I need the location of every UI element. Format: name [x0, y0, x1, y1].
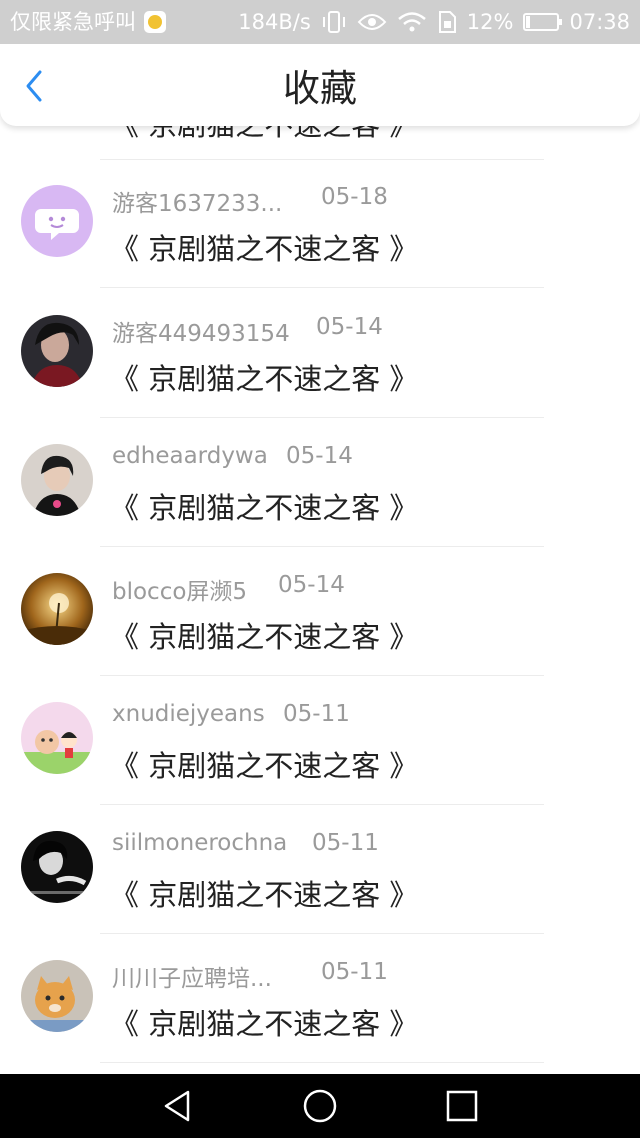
- avatar[interactable]: [21, 831, 93, 903]
- page-title: 收藏: [283, 67, 357, 110]
- avatar[interactable]: [21, 315, 93, 387]
- list-item[interactable]: 游客1637233... 05-18 《 京剧猫之不速之客 》: [0, 158, 640, 288]
- recents-square-icon: [446, 1090, 478, 1122]
- item-title: 《 京剧猫之不速之客 》: [110, 362, 419, 396]
- status-right: 184B/s 12% 07:38: [238, 8, 630, 36]
- carrier-text: 仅限紧急呼叫: [10, 10, 136, 34]
- vibrate-icon: [322, 11, 345, 33]
- user-name: 游客1637233...: [112, 191, 283, 217]
- item-date: 05-11: [312, 830, 379, 856]
- nav-back-button[interactable]: [158, 1086, 198, 1126]
- sim-icon: [438, 11, 456, 33]
- system-nav-bar: [0, 1074, 640, 1138]
- back-triangle-icon: [164, 1090, 190, 1122]
- battery-icon: [523, 13, 563, 31]
- battery-percent: 12%: [466, 10, 514, 34]
- screen: 《 京剧猫之不速之客 》 游客1637233... 05-18 《 京剧猫之不速…: [0, 0, 640, 1138]
- item-title: 《 京剧猫之不速之客 》: [110, 878, 419, 912]
- list-item[interactable]: 游客449493154 05-14 《 京剧猫之不速之客 》: [0, 288, 640, 418]
- user-name: blocco屏濒5: [112, 579, 248, 605]
- app-notification-icon: [144, 11, 166, 33]
- item-date: 05-11: [283, 701, 350, 727]
- photo-avatar-icon: [21, 444, 93, 516]
- network-speed: 184B/s: [238, 10, 311, 34]
- clock: 07:38: [569, 10, 630, 34]
- item-title: 《 京剧猫之不速之客 》: [110, 232, 419, 266]
- status-bar: 仅限紧急呼叫 184B/s 12% 07:38: [0, 0, 640, 44]
- list-item[interactable]: 川川子应聘培... 05-11 《 京剧猫之不速之客 》: [0, 933, 640, 1063]
- item-title: 《 京剧猫之不速之客 》: [110, 1007, 419, 1041]
- list-item[interactable]: blocco屏濒5 05-14 《 京剧猫之不速之客 》: [0, 546, 640, 676]
- user-name: siilmonerochna: [112, 830, 288, 856]
- user-name: xnudiejyeans: [112, 701, 265, 727]
- list-item[interactable]: xnudiejyeans 05-11 《 京剧猫之不速之客 》: [0, 675, 640, 805]
- list-item[interactable]: edheaardywa 05-14 《 京剧猫之不速之客 》: [0, 417, 640, 547]
- photo-avatar-icon: [21, 315, 93, 387]
- avatar[interactable]: [21, 702, 93, 774]
- app-header: 收藏: [0, 44, 640, 126]
- status-left: 仅限紧急呼叫: [10, 8, 166, 36]
- avatar[interactable]: [21, 573, 93, 645]
- photo-avatar-icon: [21, 573, 93, 645]
- nav-recents-button[interactable]: [442, 1086, 482, 1126]
- item-date: 05-18: [321, 184, 388, 210]
- default-chat-avatar-icon: [21, 185, 93, 257]
- item-date: 05-14: [286, 443, 353, 469]
- avatar[interactable]: [21, 960, 93, 1032]
- user-name: edheaardywa: [112, 443, 268, 469]
- item-date: 05-14: [316, 314, 383, 340]
- avatar[interactable]: [21, 444, 93, 516]
- list-item[interactable]: siilmonerochna 05-11 《 京剧猫之不速之客 》: [0, 804, 640, 934]
- user-name: 游客449493154: [112, 321, 290, 347]
- item-date: 05-14: [278, 572, 345, 598]
- item-title: 《 京剧猫之不速之客 》: [110, 620, 419, 654]
- user-name: 川川子应聘培...: [112, 966, 272, 992]
- item-title: 《 京剧猫之不速之客 》: [110, 491, 419, 525]
- item-title: 《 京剧猫之不速之客 》: [110, 749, 419, 783]
- nav-home-button[interactable]: [300, 1086, 340, 1126]
- item-date: 05-11: [321, 959, 388, 985]
- photo-avatar-icon: [21, 960, 93, 1032]
- home-circle-icon: [303, 1089, 337, 1123]
- photo-avatar-icon: [21, 831, 93, 903]
- wifi-icon: [397, 12, 426, 32]
- avatar[interactable]: [21, 185, 93, 257]
- eye-icon: [357, 14, 387, 30]
- divider: [100, 1062, 544, 1063]
- cartoon-avatar-icon: [21, 702, 93, 774]
